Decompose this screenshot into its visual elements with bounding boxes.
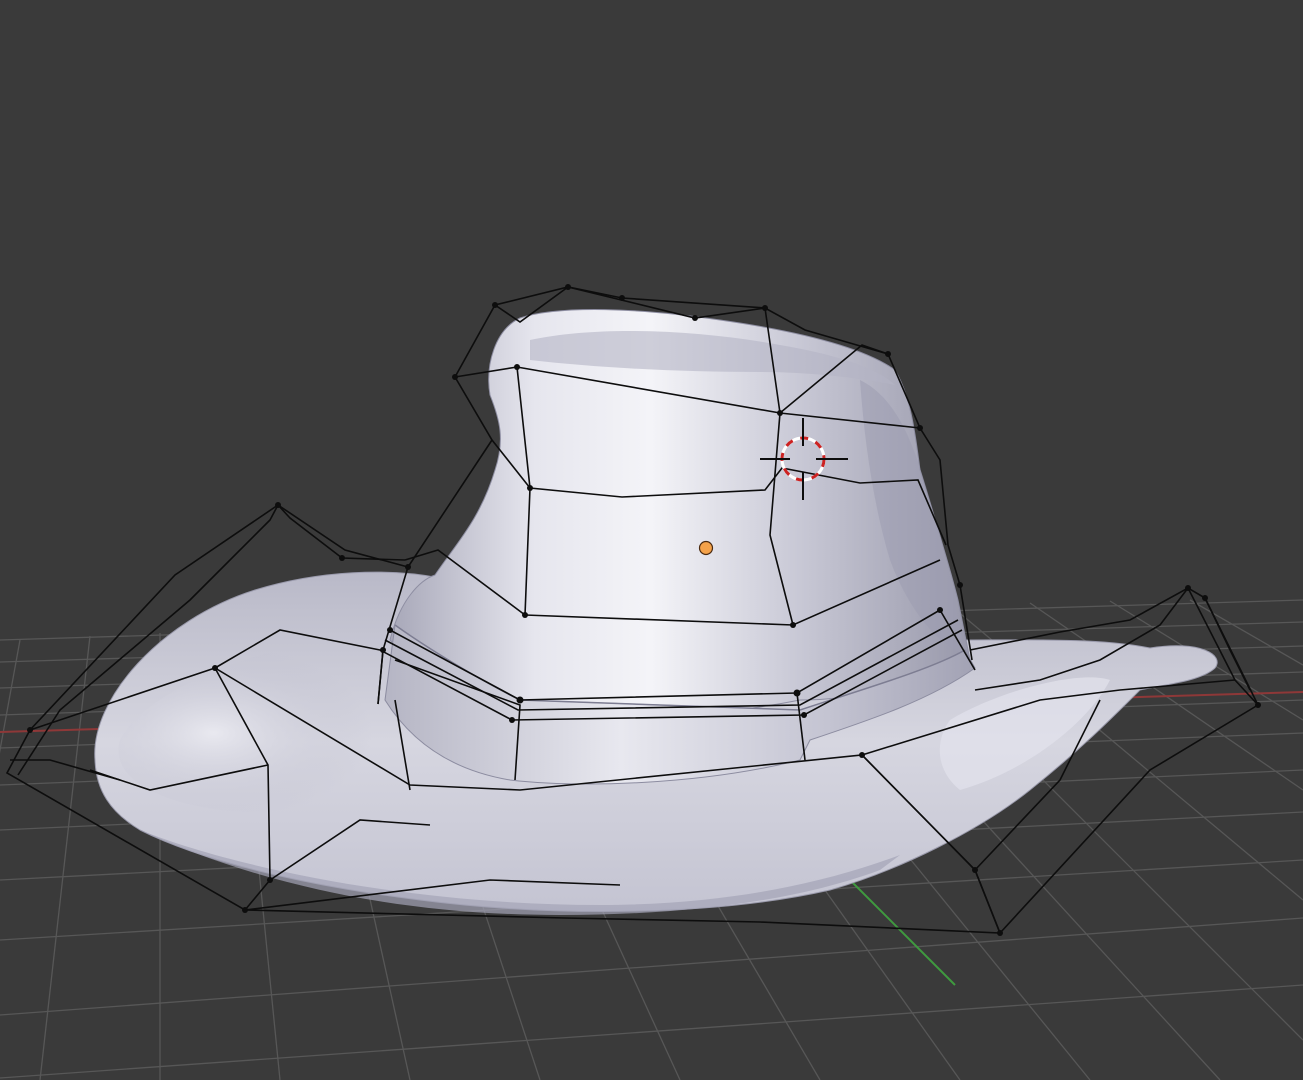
3d-viewport[interactable] xyxy=(0,0,1303,1080)
viewport-canvas[interactable] xyxy=(0,0,1303,1080)
object-origin-icon[interactable] xyxy=(698,540,714,556)
